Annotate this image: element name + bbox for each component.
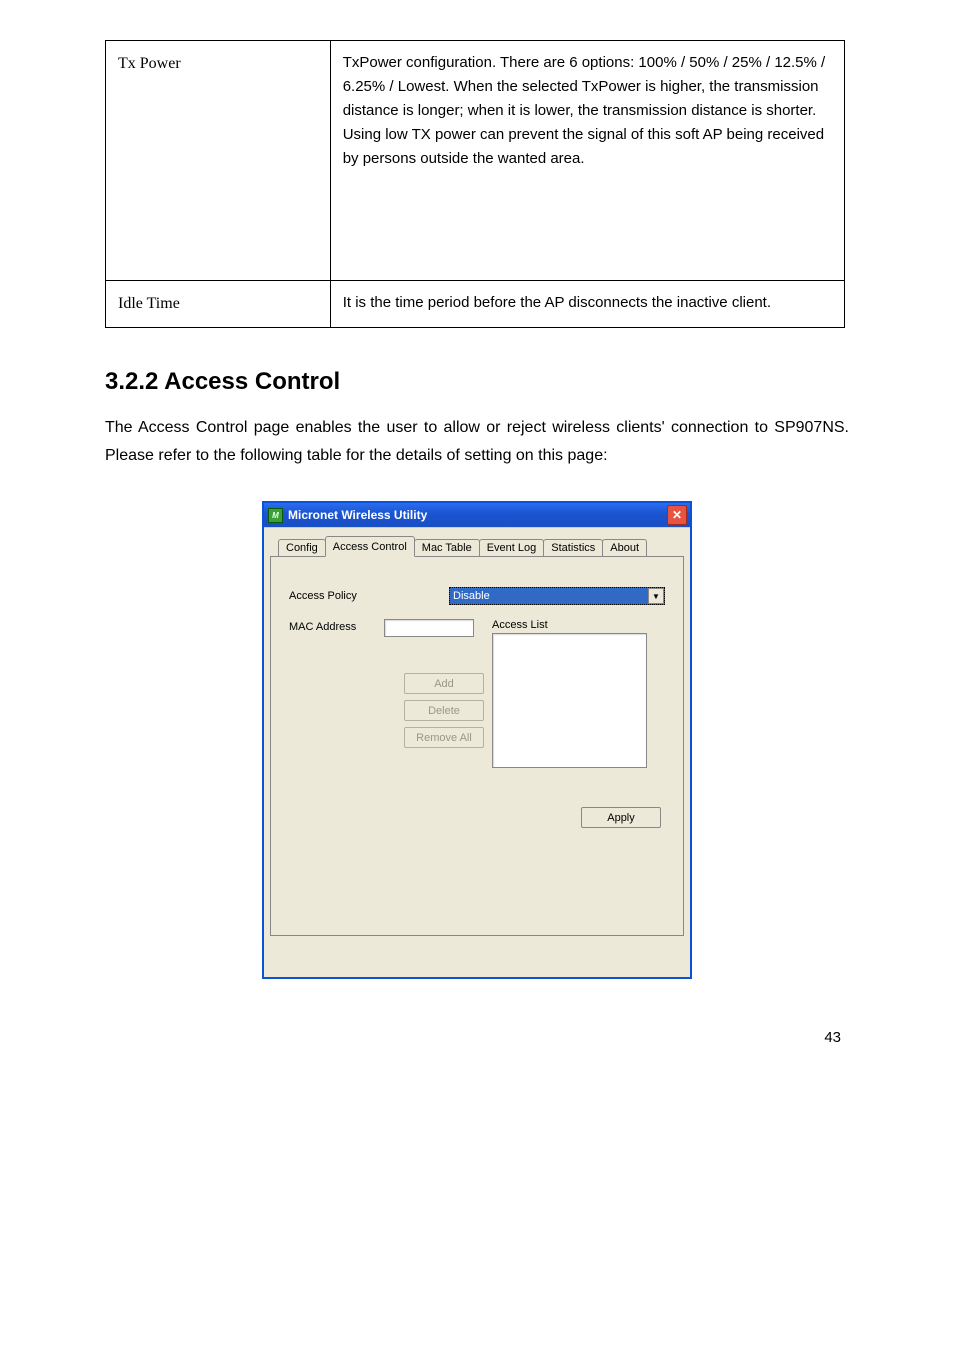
tab-event-log[interactable]: Event Log bbox=[479, 539, 545, 556]
close-icon[interactable]: ✕ bbox=[667, 505, 687, 525]
app-icon: M bbox=[268, 508, 283, 523]
chevron-down-icon[interactable]: ▼ bbox=[648, 588, 664, 604]
table-cell-param: Tx Power bbox=[106, 41, 331, 281]
table-cell-desc: TxPower configuration. There are 6 optio… bbox=[330, 41, 844, 281]
utility-dialog: M Micronet Wireless Utility ✕ Config Acc… bbox=[262, 501, 692, 979]
titlebar[interactable]: M Micronet Wireless Utility ✕ bbox=[264, 503, 690, 527]
access-policy-select[interactable]: Disable ▼ bbox=[449, 587, 665, 605]
tab-about[interactable]: About bbox=[602, 539, 647, 556]
table-cell-desc: It is the time period before the AP disc… bbox=[330, 281, 844, 328]
tab-statistics[interactable]: Statistics bbox=[543, 539, 603, 556]
apply-button[interactable]: Apply bbox=[581, 807, 661, 828]
access-list[interactable] bbox=[492, 633, 647, 768]
body-text: The Access Control page enables the user… bbox=[105, 414, 849, 472]
add-button[interactable]: Add bbox=[404, 673, 484, 694]
section-heading: 3.2.2 Access Control bbox=[105, 368, 849, 396]
access-list-label: Access List bbox=[492, 619, 647, 631]
access-policy-label: Access Policy bbox=[289, 590, 384, 602]
tab-access-control[interactable]: Access Control bbox=[325, 536, 415, 557]
mac-address-label: MAC Address bbox=[289, 621, 384, 633]
tab-mac-table[interactable]: Mac Table bbox=[414, 539, 480, 556]
mac-address-input[interactable] bbox=[384, 619, 474, 637]
delete-button[interactable]: Delete bbox=[404, 700, 484, 721]
tab-config[interactable]: Config bbox=[278, 539, 326, 556]
window-title: Micronet Wireless Utility bbox=[288, 508, 427, 522]
remove-all-button[interactable]: Remove All bbox=[404, 727, 484, 748]
page-number: 43 bbox=[105, 1029, 849, 1046]
table-cell-param: Idle Time bbox=[106, 281, 331, 328]
tab-panel: Access Policy Disable ▼ MAC Address Acce… bbox=[270, 556, 684, 936]
tab-strip: Config Access Control Mac Table Event Lo… bbox=[278, 534, 684, 556]
access-policy-value: Disable bbox=[453, 590, 490, 602]
parameter-table: Tx Power TxPower configuration. There ar… bbox=[105, 40, 845, 328]
